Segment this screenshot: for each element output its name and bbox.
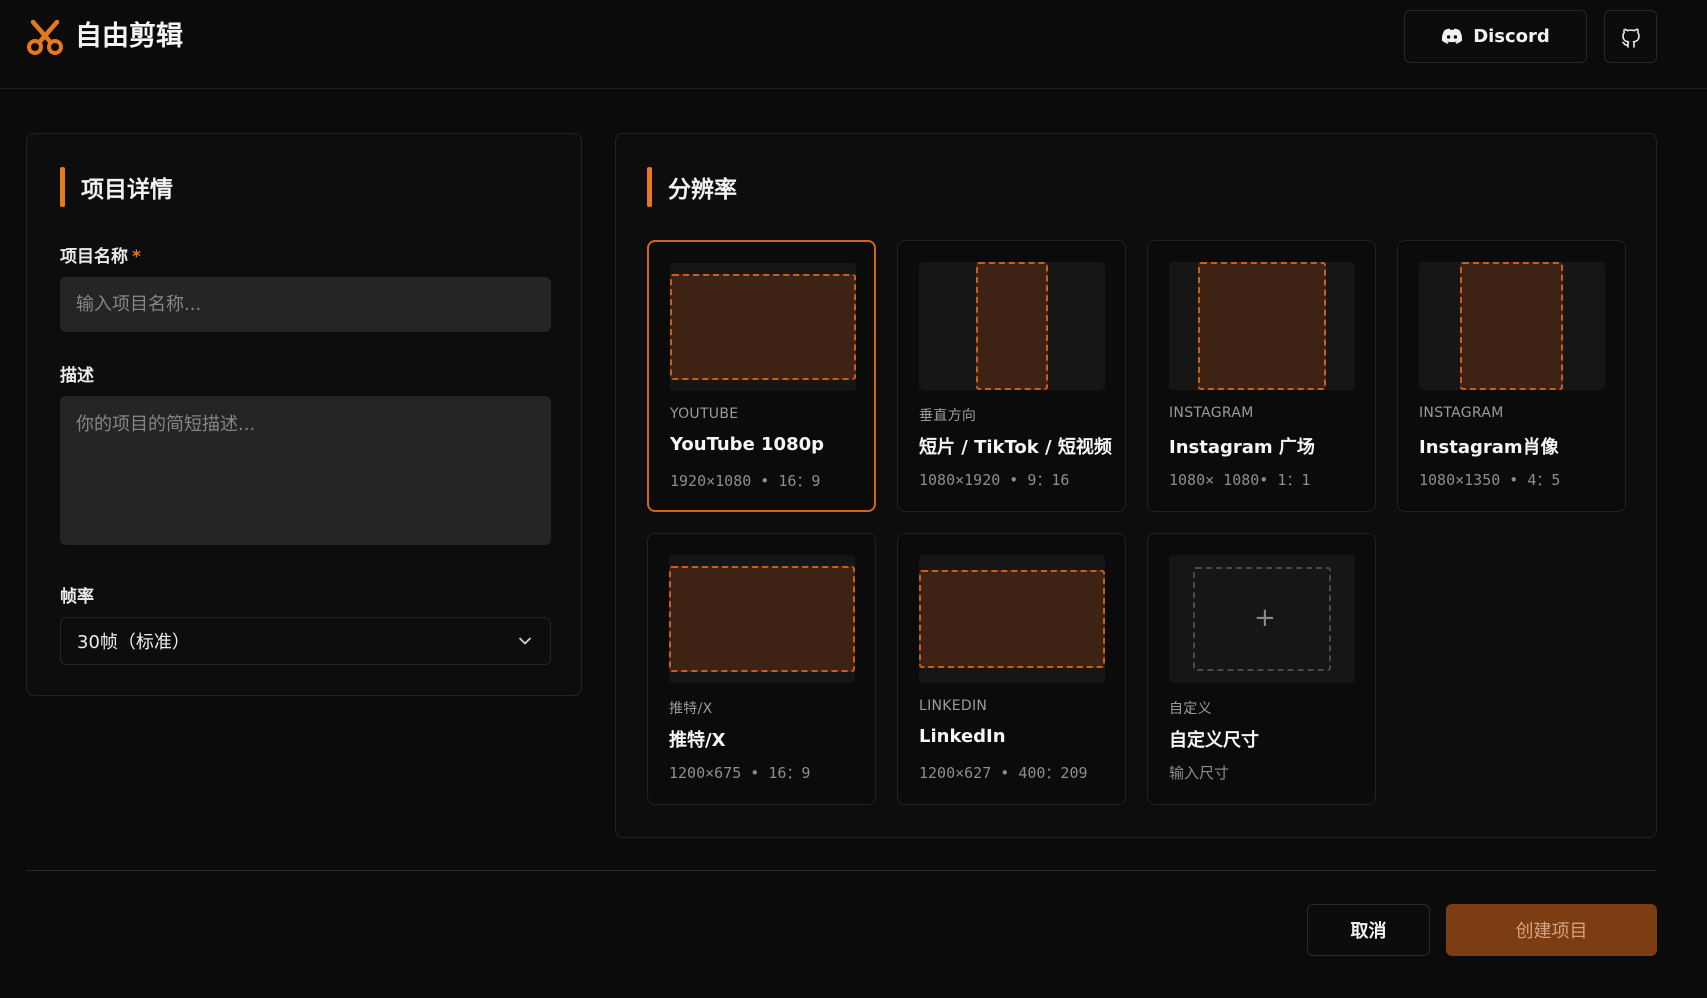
aspect-frame — [919, 570, 1105, 668]
discord-button[interactable]: Discord — [1404, 10, 1587, 63]
resolution-panel: 分辨率 YOUTUBE YouTube 1080p 1920×1080 • 16… — [615, 133, 1657, 838]
footer-divider — [26, 870, 1657, 871]
accent-bar — [647, 167, 652, 207]
new-project-page: 自由剪辑 Discord 项目详情 项目名称* 描述 帧率 — [0, 0, 1707, 998]
resolution-title: 分辨率 — [668, 177, 737, 203]
plus-icon: + — [1254, 603, 1276, 633]
project-details-panel: 项目详情 项目名称* 描述 帧率 30帧（标准） — [26, 133, 582, 696]
preset-card-custom[interactable]: + 自定义 自定义尺寸 输入尺寸 — [1147, 533, 1376, 805]
preset-dimensions: 1080×1920 • 9：16 — [919, 471, 1070, 489]
discord-icon — [1442, 28, 1463, 44]
description-label: 描述 — [60, 366, 94, 386]
create-project-button[interactable]: 创建项目 — [1446, 904, 1657, 956]
app-title: 自由剪辑 — [75, 21, 183, 52]
preset-category: YOUTUBE — [670, 406, 739, 422]
preset-category: INSTAGRAM — [1419, 405, 1504, 421]
accent-bar — [60, 167, 65, 207]
aspect-frame — [1460, 262, 1563, 390]
aspect-frame — [669, 566, 855, 672]
preset-name: YouTube 1080p — [670, 434, 825, 455]
github-icon — [1621, 28, 1640, 48]
project-name-label-text: 项目名称 — [60, 247, 128, 267]
preset-name: 短片 / TikTok / 短视频 — [919, 437, 1112, 458]
preset-name: Instagram 广场 — [1169, 437, 1315, 458]
required-mark: * — [132, 247, 141, 267]
aspect-frame — [1198, 262, 1326, 390]
framerate-value: 30帧（标准） — [77, 632, 190, 653]
preset-name: 自定义尺寸 — [1169, 730, 1259, 751]
cancel-button[interactable]: 取消 — [1307, 904, 1430, 956]
preset-card-twitter[interactable]: 推特/X 推特/X 1200×675 • 16：9 — [647, 533, 876, 805]
project-details-heading: 项目详情 — [60, 167, 173, 207]
preset-name: 推特/X — [669, 730, 726, 751]
preset-thumbnail — [919, 555, 1105, 683]
preset-category: 推特/X — [669, 701, 713, 717]
aspect-frame — [670, 274, 856, 380]
preset-name: Instagram肖像 — [1419, 437, 1559, 458]
preset-card-instagram-square[interactable]: INSTAGRAM Instagram 广场 1080× 1080• 1：1 — [1147, 240, 1376, 512]
project-details-title: 项目详情 — [81, 177, 173, 203]
scissors-logo-icon — [27, 19, 63, 55]
resolution-heading: 分辨率 — [647, 167, 737, 207]
framerate-label: 帧率 — [60, 587, 94, 607]
preset-card-vertical[interactable]: 垂直方向 短片 / TikTok / 短视频 1080×1920 • 9：16 — [897, 240, 1126, 512]
chevron-down-icon — [519, 637, 531, 645]
discord-label: Discord — [1473, 26, 1550, 47]
preset-thumbnail — [1169, 262, 1355, 390]
project-name-input[interactable] — [60, 277, 551, 332]
preset-dimensions: 1080× 1080• 1：1 — [1169, 471, 1311, 489]
preset-thumbnail — [1419, 262, 1605, 390]
preset-card-youtube[interactable]: YOUTUBE YouTube 1080p 1920×1080 • 16：9 — [647, 240, 876, 512]
preset-card-linkedin[interactable]: LINKEDIN LinkedIn 1200×627 • 400：209 — [897, 533, 1126, 805]
preset-dimensions: 1200×627 • 400：209 — [919, 764, 1088, 782]
project-name-label: 项目名称 * — [60, 242, 141, 267]
description-textarea[interactable] — [60, 396, 551, 545]
preset-category: INSTAGRAM — [1169, 405, 1254, 421]
preset-thumbnail — [669, 555, 855, 683]
framerate-select[interactable]: 30帧（标准） — [60, 617, 551, 665]
preset-category: LINKEDIN — [919, 698, 988, 714]
preset-dimensions: 输入尺寸 — [1169, 764, 1230, 782]
aspect-frame — [976, 262, 1048, 390]
preset-dimensions: 1200×675 • 16：9 — [669, 764, 811, 782]
github-button[interactable] — [1604, 10, 1657, 63]
preset-thumbnail — [919, 262, 1105, 390]
preset-thumbnail — [670, 263, 856, 391]
preset-dimensions: 1080×1350 • 4：5 — [1419, 471, 1561, 489]
app-header: 自由剪辑 Discord — [0, 0, 1707, 89]
preset-thumbnail: + — [1169, 555, 1355, 683]
preset-name: LinkedIn — [919, 726, 1006, 747]
preset-card-instagram-portrait[interactable]: INSTAGRAM Instagram肖像 1080×1350 • 4：5 — [1397, 240, 1626, 512]
preset-category: 垂直方向 — [919, 408, 977, 424]
preset-dimensions: 1920×1080 • 16：9 — [670, 472, 821, 490]
preset-category: 自定义 — [1169, 701, 1212, 717]
